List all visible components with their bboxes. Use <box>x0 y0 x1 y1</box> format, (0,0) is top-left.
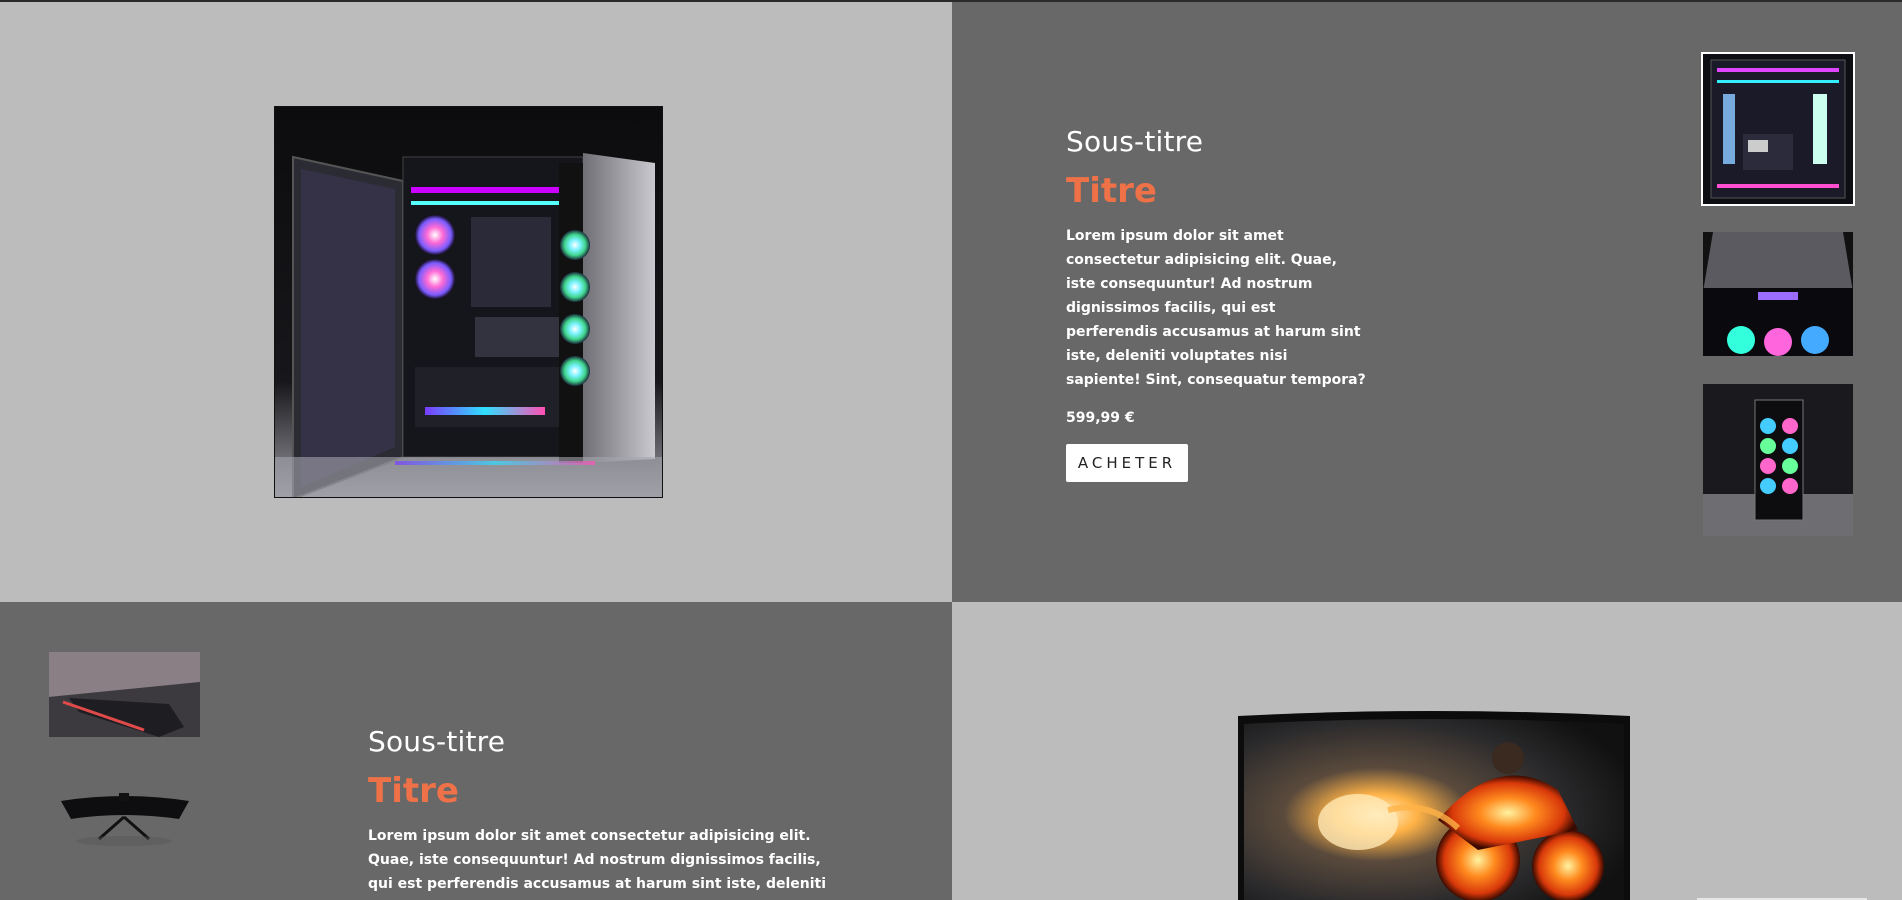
product2-subtitle: Sous-titre <box>368 725 506 758</box>
product1-title: Titre <box>1066 171 1157 211</box>
product1-main-image <box>274 106 663 498</box>
product1-price: 599,99 € <box>1066 410 1135 426</box>
product2-thumbnail-2[interactable] <box>49 787 200 852</box>
product2-info-panel: Sous-titre Titre Lorem ipsum dolor sit a… <box>0 602 952 900</box>
product1-description: Lorem ipsum dolor sit amet consectetur a… <box>1066 228 1366 388</box>
product1-subtitle: Sous-titre <box>1066 125 1204 158</box>
pc-front-thumbnail <box>1703 384 1853 536</box>
product2-thumbnail-1[interactable] <box>49 652 200 737</box>
product1-image-panel <box>0 2 952 602</box>
buy-button[interactable]: ACHETER <box>1066 444 1188 482</box>
curved-monitor-illustration <box>1238 711 1630 900</box>
product2-main-image <box>1238 710 1630 900</box>
monitor-top-thumbnail <box>61 793 189 846</box>
product1-thumbnail-2[interactable] <box>1703 232 1853 356</box>
monitor-detail-thumbnail <box>49 652 200 737</box>
product2-details: Sous-titre Titre Lorem ipsum dolor sit a… <box>368 722 838 900</box>
product1-thumbnail-1[interactable] <box>1701 52 1855 206</box>
pc-interior-thumbnail <box>1703 54 1853 204</box>
pc-top-thumbnail <box>1703 232 1853 356</box>
product2-title: Titre <box>368 771 459 811</box>
product1-info-panel: Sous-titre Titre Lorem ipsum dolor sit a… <box>952 2 1902 602</box>
product2-image-panel <box>952 602 1902 900</box>
product1-details: Sous-titre Titre Lorem ipsum dolor sit a… <box>1066 122 1386 482</box>
pc-tower-illustration <box>275 107 662 497</box>
product2-description: Lorem ipsum dolor sit amet consectetur a… <box>368 828 827 892</box>
product1-thumbnail-3[interactable] <box>1703 384 1853 536</box>
